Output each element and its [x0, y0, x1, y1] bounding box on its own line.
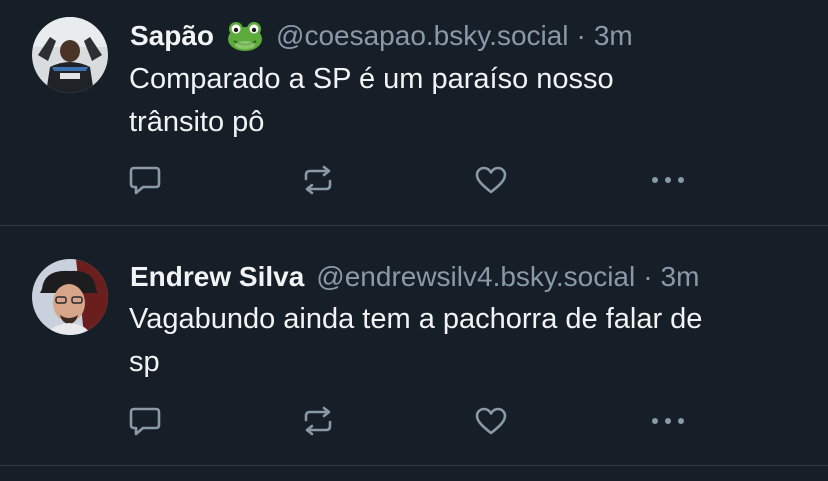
user-handle[interactable]: @coesapao.bsky.social [276, 20, 569, 52]
frog-emoji-icon [226, 20, 264, 52]
post-timestamp[interactable]: 3m [661, 261, 700, 293]
post-timestamp[interactable]: 3m [594, 20, 633, 52]
avatar[interactable] [32, 259, 108, 335]
repost-arrows-icon [304, 165, 332, 195]
display-name[interactable]: Endrew Silva [130, 261, 304, 293]
reply-button[interactable] [125, 160, 165, 200]
display-name[interactable]: Sapão [130, 20, 214, 52]
separator: · [643, 261, 653, 292]
heart-icon [475, 407, 507, 435]
like-button[interactable] [471, 401, 511, 441]
like-button[interactable] [471, 160, 511, 200]
repost-button[interactable] [298, 401, 338, 441]
post-text: Vagabundo ainda tem a pachorra de falar … [129, 303, 703, 378]
post-feed: Sapão @coesapao.bsky.social · 3m Compara… [0, 0, 828, 481]
post-actions [0, 160, 828, 200]
more-options-button[interactable] [648, 401, 688, 441]
post-actions [0, 401, 828, 441]
feed-post[interactable]: Endrew Silva @endrewsilv4.bsky.social · … [0, 226, 828, 466]
heart-icon [475, 166, 507, 194]
repost-arrows-icon [304, 406, 332, 436]
post-header: Endrew Silva @endrewsilv4.bsky.social · … [130, 258, 808, 296]
speech-bubble-icon [129, 166, 161, 195]
avatar[interactable] [32, 17, 108, 93]
user-handle[interactable]: @endrewsilv4.bsky.social [316, 261, 635, 293]
more-options-button[interactable] [648, 160, 688, 200]
repost-button[interactable] [298, 160, 338, 200]
post-header: Sapão @coesapao.bsky.social · 3m [130, 17, 808, 55]
reply-button[interactable] [125, 401, 165, 441]
separator: · [576, 20, 586, 51]
speech-bubble-icon [129, 407, 161, 436]
feed-post[interactable]: Sapão @coesapao.bsky.social · 3m Compara… [0, 0, 828, 226]
ellipsis-icon [652, 177, 684, 183]
ellipsis-icon [652, 418, 684, 424]
post-text: Comparado a SP é um paraíso nosso trânsi… [129, 63, 614, 138]
